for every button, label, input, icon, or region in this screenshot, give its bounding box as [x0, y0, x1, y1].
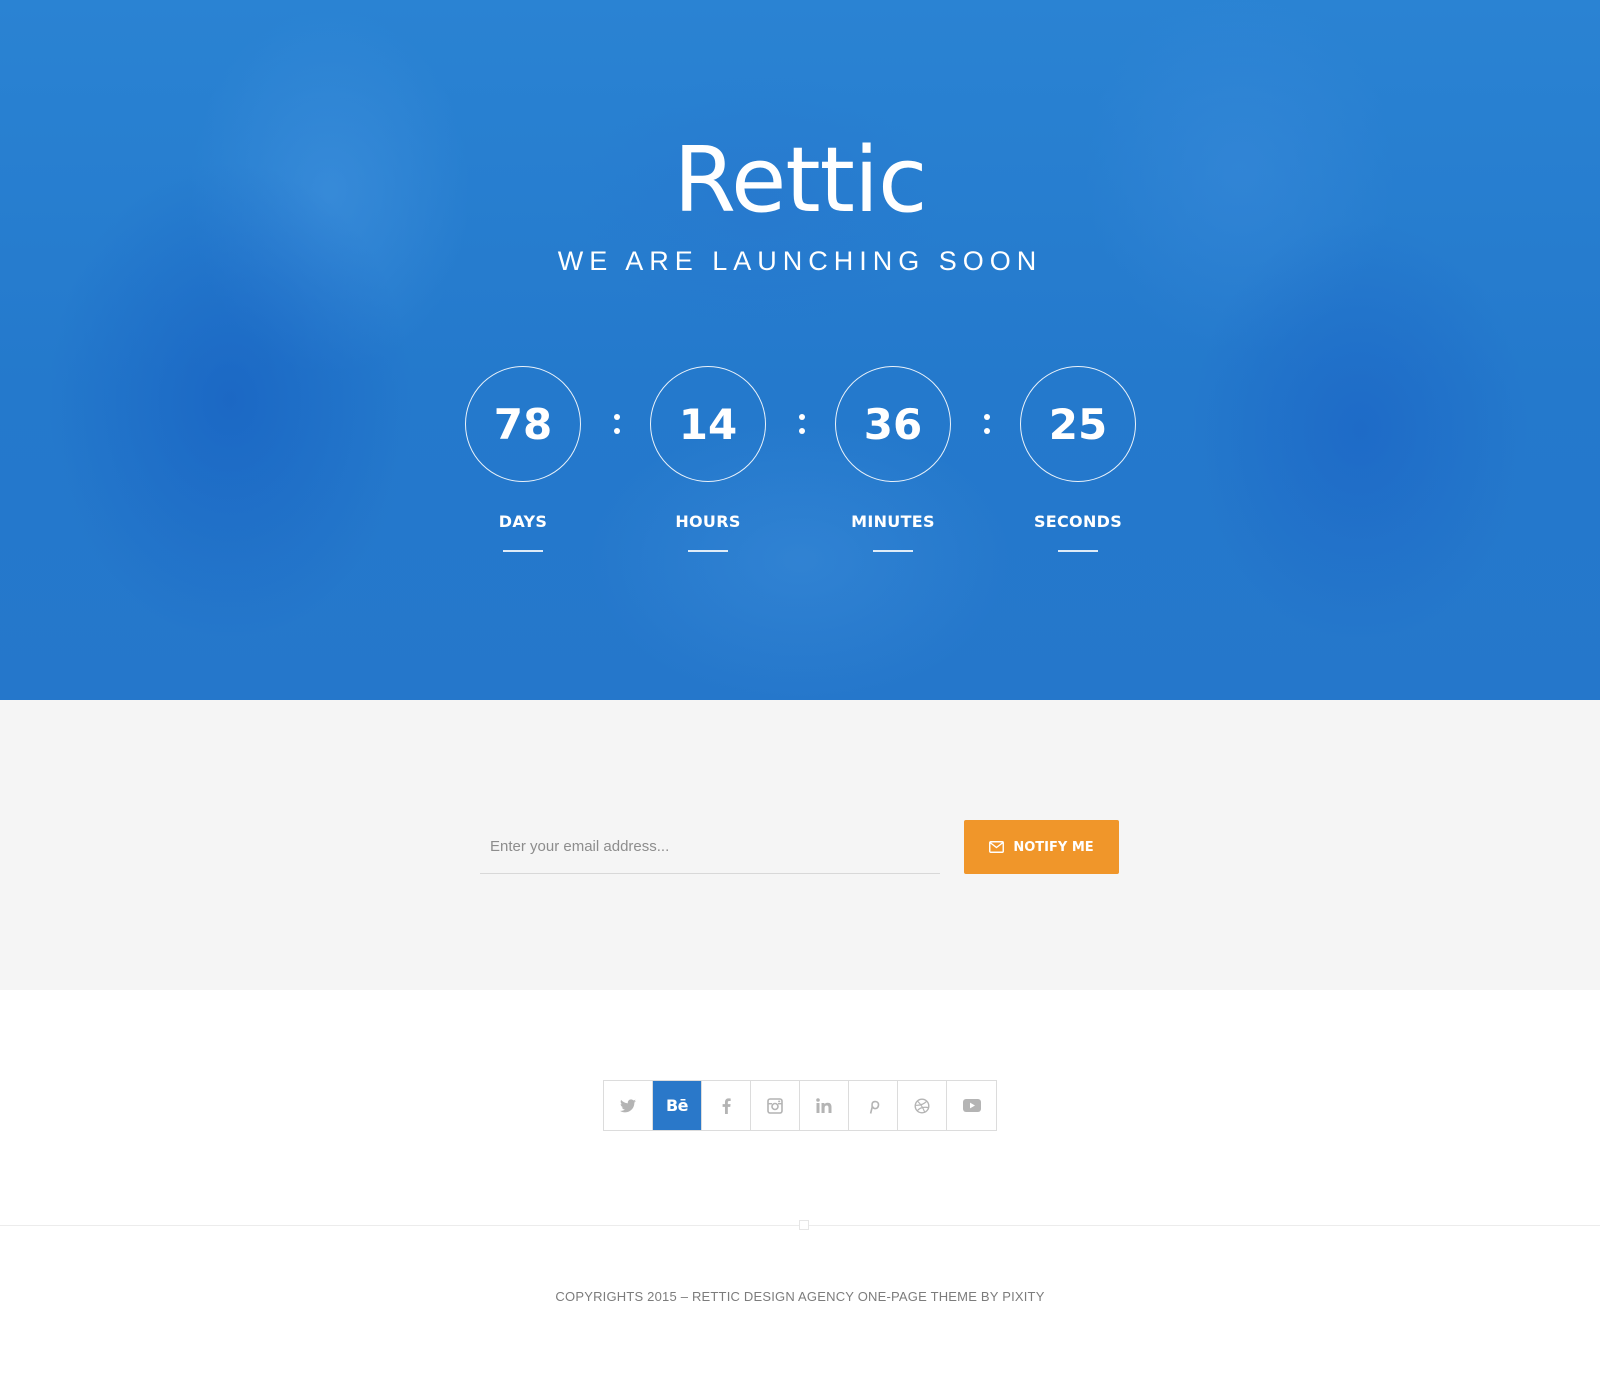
seconds-label: SECONDS [1033, 512, 1123, 531]
behance-icon: Bē [665, 1096, 689, 1115]
hours-value: 14 [650, 366, 766, 482]
seconds-value: 25 [1020, 366, 1136, 482]
countdown-timer: 78 DAYS 14 HOURS 36 MINUTES 25 SECONDS [465, 366, 1136, 566]
linkedin-icon [816, 1098, 832, 1113]
pinterest-link[interactable] [849, 1081, 898, 1130]
social-links: Bē [603, 1080, 997, 1131]
social-section: Bē [0, 990, 1600, 1225]
countdown-minutes: 36 MINUTES [835, 366, 951, 552]
days-label: DAYS [498, 512, 548, 531]
countdown-seconds: 25 SECONDS [1020, 366, 1136, 552]
dribbble-icon [914, 1097, 930, 1114]
footer: COPYRIGHTS 2015 – RETTIC DESIGN AGENCY O… [0, 1220, 1600, 1376]
hours-label: HOURS [675, 512, 741, 531]
pinterest-icon [867, 1098, 880, 1114]
minutes-value: 36 [835, 366, 951, 482]
twitter-icon [620, 1098, 636, 1113]
subscribe-section: NOTIFY ME [0, 700, 1600, 990]
dribbble-link[interactable] [898, 1081, 947, 1130]
minutes-underline [873, 550, 913, 552]
facebook-link[interactable] [702, 1081, 751, 1130]
launch-tagline: WE ARE LAUNCHING SOON [557, 246, 1043, 276]
mail-icon [989, 841, 1005, 853]
notify-me-button[interactable]: NOTIFY ME [964, 820, 1119, 874]
email-input[interactable] [480, 820, 940, 874]
seconds-underline [1058, 550, 1098, 552]
youtube-icon [962, 1099, 981, 1112]
instagram-link[interactable] [751, 1081, 800, 1130]
hero-section: Rettic WE ARE LAUNCHING SOON 78 DAYS 14 … [0, 0, 1600, 700]
behance-link[interactable]: Bē [653, 1081, 702, 1130]
hours-underline [688, 550, 728, 552]
countdown-days: 78 DAYS [465, 366, 581, 552]
twitter-link[interactable] [604, 1081, 653, 1130]
days-value: 78 [465, 366, 581, 482]
linkedin-link[interactable] [800, 1081, 849, 1130]
colon-separator [982, 406, 992, 442]
brand-title: Rettic [673, 128, 928, 233]
colon-separator [797, 406, 807, 442]
copyright-text: COPYRIGHTS 2015 – RETTIC DESIGN AGENCY O… [555, 1289, 1045, 1304]
divider-ornament [799, 1220, 809, 1230]
minutes-label: MINUTES [851, 512, 935, 531]
countdown-hours: 14 HOURS [650, 366, 766, 552]
youtube-link[interactable] [947, 1081, 996, 1130]
instagram-icon [767, 1097, 783, 1114]
notify-me-label: NOTIFY ME [1013, 839, 1094, 855]
colon-separator [612, 406, 622, 442]
days-underline [503, 550, 543, 552]
facebook-icon [722, 1097, 731, 1114]
